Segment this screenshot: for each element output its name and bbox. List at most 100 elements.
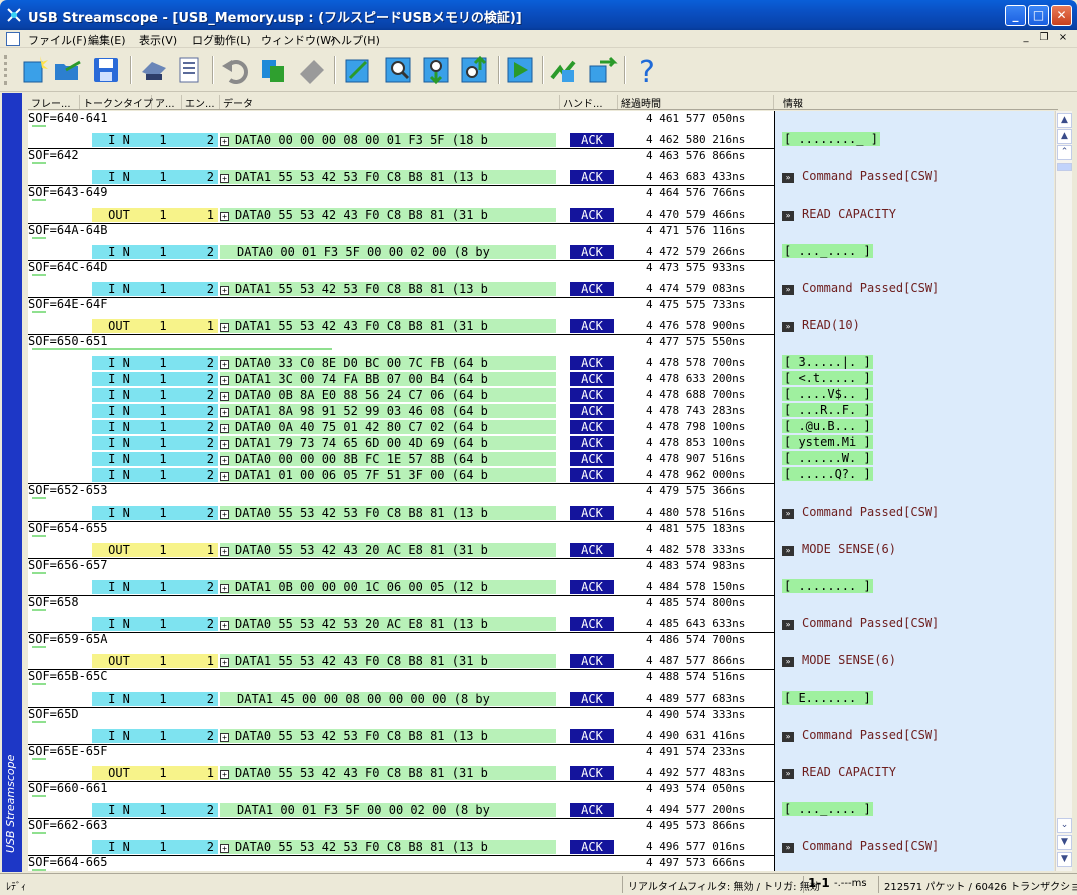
sof-row[interactable]: SOF=652-653 4 479 575 366ns [28, 483, 774, 500]
transaction-row[interactable]: I N 1 2 + DATA0 55 53 42 53 F0 C8 B8 81 (13 … [28, 505, 1054, 521]
transaction-row[interactable]: I N 1 2 + DATA1 55 53 42 53 F0 C8 B8 81 (13 … [28, 169, 1054, 185]
open-icon[interactable] [52, 54, 84, 86]
scroll-thumb[interactable] [1057, 163, 1072, 171]
sof-row[interactable]: SOF=650-651 4 477 575 550ns [28, 334, 774, 351]
jump-arrow-icon[interactable]: » [782, 731, 794, 742]
transaction-row[interactable]: I N 1 2 DATA0 00 01 F3 5F 00 00 02 00 (8 by… [28, 243, 1054, 260]
search-icon[interactable] [382, 54, 414, 86]
expand-icon[interactable]: + [220, 584, 229, 593]
minimize-button[interactable]: _ [1005, 5, 1026, 26]
mdi-close-button[interactable]: × [1056, 32, 1070, 45]
col-elapsed-time[interactable]: 経過時間 [618, 95, 774, 110]
copy-icon[interactable] [258, 54, 290, 86]
sof-row[interactable]: SOF=643-649 4 464 576 766ns [28, 185, 774, 202]
col-address[interactable]: ア... [152, 95, 182, 110]
mdi-minimize-button[interactable]: _ [1019, 32, 1033, 45]
save-icon[interactable] [90, 54, 122, 86]
sof-row[interactable]: SOF=642 4 463 576 866ns [28, 148, 774, 165]
jump-arrow-icon[interactable]: » [782, 843, 794, 854]
jump-arrow-icon[interactable]: » [782, 173, 794, 184]
expand-icon[interactable]: + [220, 137, 229, 147]
sof-row[interactable]: SOF=654-655 4 481 575 183ns [28, 520, 774, 537]
search-up-icon[interactable] [458, 54, 490, 86]
import-icon[interactable] [586, 54, 618, 86]
transaction-row[interactable]: I N 1 2 + DATA0 00 00 00 8B FC 1E 57 8B (64 … [28, 451, 1054, 467]
expand-icon[interactable]: + [220, 472, 229, 482]
menu-edit[interactable]: 編集(E) [88, 32, 126, 48]
edit-icon[interactable] [342, 54, 374, 86]
scroll-page-up-icon[interactable]: ▲ [1057, 129, 1072, 144]
transaction-row[interactable]: I N 1 2 DATA1 45 00 00 08 00 00 00 00 (8 by… [28, 690, 1054, 707]
transaction-row[interactable]: I N 1 2 + DATA1 79 73 74 65 6D 00 4D 69 (64 … [28, 435, 1054, 451]
expand-icon[interactable]: + [220, 174, 229, 184]
sof-row[interactable]: SOF=659-65A 4 486 574 700ns [28, 632, 774, 649]
play-icon[interactable] [504, 54, 536, 86]
transaction-row[interactable]: I N 1 2 + DATA1 8A 98 91 52 99 03 46 08 (64 … [28, 403, 1054, 419]
sof-row[interactable]: SOF=64E-64F 4 475 575 733ns [28, 297, 774, 313]
jump-arrow-icon[interactable]: » [782, 508, 794, 519]
menu-help[interactable]: ヘルプ(H) [330, 32, 380, 48]
expand-icon[interactable]: + [220, 360, 229, 370]
delete-icon[interactable] [296, 54, 328, 86]
expand-icon[interactable]: + [220, 546, 229, 556]
vertical-scrollbar[interactable]: ▲ ▲ ⌃ ⌄ ▼ ▼ [1055, 111, 1072, 871]
print-icon[interactable] [138, 54, 170, 86]
export-icon[interactable] [548, 54, 580, 86]
sof-row[interactable]: SOF=640-641 4 461 577 050ns [28, 111, 774, 127]
menu-log[interactable]: ログ動作(L) [192, 32, 251, 48]
expand-icon[interactable]: + [220, 770, 229, 779]
expand-icon[interactable]: + [220, 621, 229, 631]
sof-row[interactable]: SOF=65E-65F 4 491 574 233ns [28, 743, 774, 760]
col-frame[interactable]: フレー... [28, 95, 80, 110]
new-capture-icon[interactable] [18, 54, 50, 86]
transaction-row[interactable]: OUT 1 1 + DATA0 55 53 42 43 F0 C8 B8 81 (31 … [28, 207, 1054, 223]
expand-icon[interactable]: + [220, 658, 229, 668]
col-token-type[interactable]: トークンタイプ [80, 95, 153, 110]
sof-row[interactable]: SOF=664-665 4 497 573 666ns [28, 855, 774, 871]
sof-row[interactable]: SOF=65D 4 490 574 333ns [28, 706, 774, 723]
transaction-row[interactable]: OUT 1 1 + DATA0 55 53 42 43 F0 C8 B8 81 (31 … [28, 765, 1054, 781]
transaction-row[interactable]: I N 1 2 + DATA1 0B 00 00 00 1C 06 00 05 (12 … [28, 579, 1054, 595]
menu-file[interactable]: ファイル(F) [28, 32, 87, 48]
transaction-row[interactable]: I N 1 2 DATA1 00 01 F3 5F 00 00 02 00 (8 by… [28, 802, 1054, 818]
transaction-row[interactable]: I N 1 2 + DATA0 55 53 42 53 F0 C8 B8 81 (13 … [28, 728, 1054, 744]
transaction-row[interactable]: OUT 1 1 + DATA1 55 53 42 43 F0 C8 B8 81 (31 … [28, 318, 1054, 334]
transaction-row[interactable]: I N 1 2 + DATA0 33 C0 8E D0 BC 00 7C FB (64 … [28, 355, 1054, 371]
expand-icon[interactable]: + [220, 286, 229, 295]
scroll-page-down-icon[interactable]: ▼ [1057, 835, 1072, 850]
search-down-icon[interactable] [420, 54, 452, 86]
scroll-up-icon[interactable]: ⌃ [1057, 145, 1072, 160]
transaction-row[interactable]: I N 1 2 + DATA0 0A 40 75 01 42 80 C7 02 (64 … [28, 419, 1054, 435]
packet-grid[interactable]: SOF=640-641 4 461 577 050ns I N 1 2 + DATA0 00… [28, 111, 1054, 871]
transaction-row[interactable]: OUT 1 1 + DATA0 55 53 42 43 20 AC E8 81 (31 … [28, 542, 1054, 558]
transaction-row[interactable]: I N 1 2 + DATA0 0B 8A E0 88 56 24 C7 06 (64 … [28, 387, 1054, 403]
undo-icon[interactable] [220, 54, 252, 86]
scroll-down-icon[interactable]: ⌄ [1057, 818, 1072, 833]
jump-arrow-icon[interactable]: » [782, 657, 794, 668]
expand-icon[interactable]: + [220, 844, 229, 854]
jump-arrow-icon[interactable]: » [782, 545, 794, 556]
transaction-row[interactable]: I N 1 2 + DATA0 55 53 42 53 20 AC E8 81 (13 … [28, 616, 1054, 632]
expand-icon[interactable]: + [220, 408, 229, 418]
transaction-row[interactable]: I N 1 2 + DATA0 00 00 00 08 00 01 F3 5F (18 … [28, 132, 1054, 148]
print-preview-icon[interactable] [174, 54, 206, 86]
expand-icon[interactable]: + [220, 211, 229, 221]
scroll-top-icon[interactable]: ▲ [1057, 113, 1072, 128]
sof-row[interactable]: SOF=64C-64D 4 473 575 933ns [28, 259, 774, 276]
col-endpoint[interactable]: エン... [182, 95, 220, 110]
scroll-bottom-icon[interactable]: ▼ [1057, 852, 1072, 867]
jump-arrow-icon[interactable]: » [782, 322, 794, 333]
sof-row[interactable]: SOF=64A-64B 4 471 576 116ns [28, 222, 774, 239]
sof-row[interactable]: SOF=660-661 4 493 574 050ns [28, 781, 774, 797]
transaction-row[interactable]: I N 1 2 + DATA1 3C 00 74 FA BB 07 00 B4 (64 … [28, 371, 1054, 387]
col-data[interactable]: データ [220, 95, 560, 110]
jump-arrow-icon[interactable]: » [782, 285, 794, 295]
toolbar-grip[interactable] [4, 55, 7, 85]
transaction-row[interactable]: I N 1 2 + DATA1 01 00 06 05 7F 51 3F 00 (64 … [28, 467, 1054, 483]
sof-row[interactable]: SOF=658 4 485 574 800ns [28, 595, 774, 611]
expand-icon[interactable]: + [220, 509, 229, 519]
expand-icon[interactable]: + [220, 424, 229, 434]
help-icon[interactable]: ? [632, 54, 664, 86]
mdi-restore-button[interactable]: ❐ [1037, 32, 1051, 45]
expand-icon[interactable]: + [220, 323, 229, 333]
